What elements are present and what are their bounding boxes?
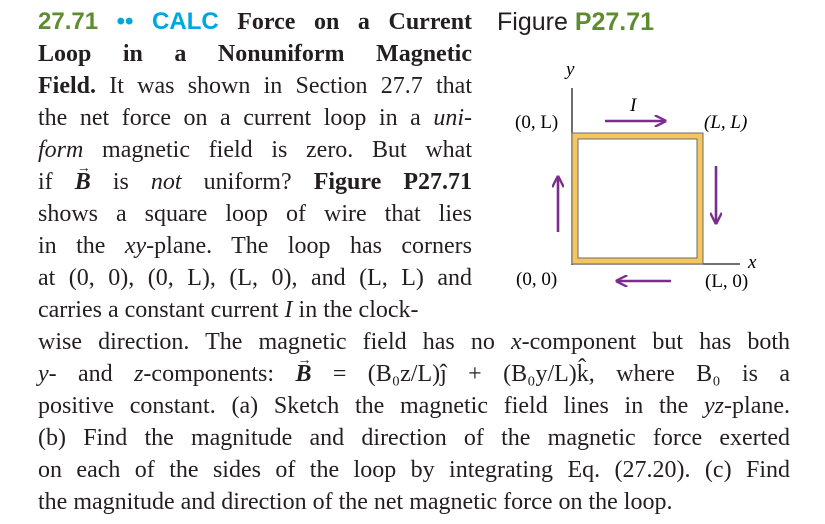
- corner-label-0L: (0, L): [515, 112, 558, 133]
- y-axis-label: y: [564, 59, 575, 80]
- loop-figure: y x I (0, L) (L, L) (0, 0) (L, 0): [515, 59, 757, 292]
- current-loop-inner: [577, 138, 698, 259]
- x-axis-label: x: [747, 252, 757, 273]
- corner-label-LL: (L, L): [704, 112, 747, 133]
- current-label: I: [629, 95, 638, 116]
- corner-label-00: (0, 0): [516, 269, 557, 290]
- corner-label-L0: (L, 0): [705, 271, 748, 292]
